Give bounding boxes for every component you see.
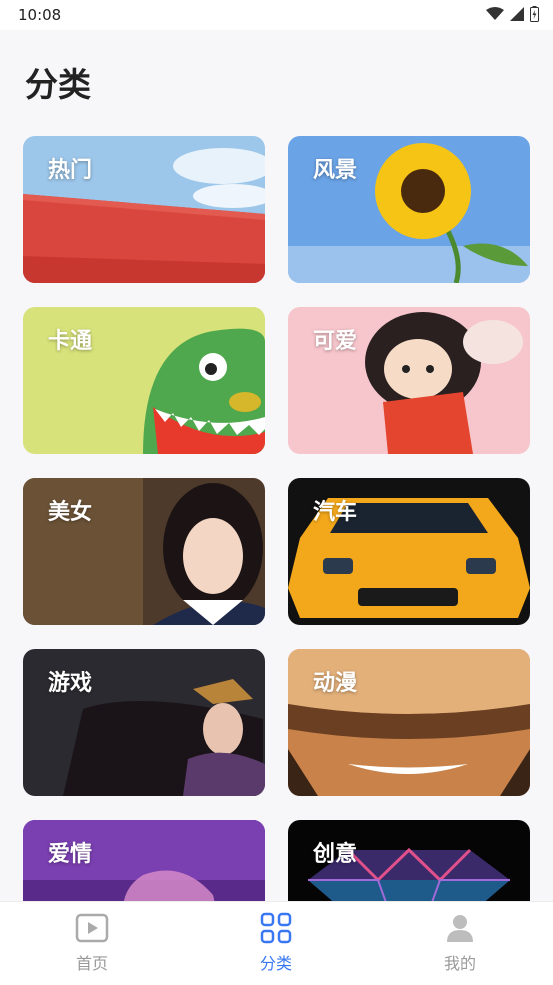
category-grid: 热门 风景 卡通 可爱 美女 汽车 游戏 动漫 爱情 创意 (23, 136, 530, 901)
status-time: 10:08 (18, 6, 62, 24)
status-bar: 10:08 (0, 0, 553, 30)
category-label: 卡通 (48, 329, 93, 354)
category-label: 风景 (313, 158, 358, 183)
bottom-nav: 首页 分类 我的 (0, 901, 553, 985)
signal-icon (510, 7, 524, 21)
category-label: 热门 (48, 158, 93, 183)
grid-icon (260, 912, 292, 944)
category-label: 创意 (313, 842, 358, 867)
nav-profile[interactable]: 我的 (400, 912, 520, 974)
play-icon (75, 913, 109, 943)
nav-home[interactable]: 首页 (32, 912, 152, 974)
category-card-cute[interactable]: 可爱 (288, 307, 530, 454)
category-card-cartoon[interactable]: 卡通 (23, 307, 265, 454)
category-label: 美女 (48, 500, 93, 525)
nav-category-label: 分类 (259, 954, 292, 973)
category-card-landscape[interactable]: 风景 (288, 136, 530, 283)
category-label: 动漫 (313, 671, 358, 696)
category-card-creative[interactable]: 创意 (288, 820, 530, 901)
category-card-game[interactable]: 游戏 (23, 649, 265, 796)
category-card-car[interactable]: 汽车 (288, 478, 530, 625)
battery-icon (530, 6, 539, 22)
nav-profile-label: 我的 (443, 954, 476, 973)
category-card-beauty[interactable]: 美女 (23, 478, 265, 625)
user-icon (447, 915, 473, 942)
category-card-love[interactable]: 爱情 (23, 820, 265, 901)
nav-category[interactable]: 分类 (216, 912, 336, 974)
category-label: 爱情 (48, 842, 93, 867)
category-card-hot[interactable]: 热门 (23, 136, 265, 283)
category-card-anime[interactable]: 动漫 (288, 649, 530, 796)
nav-home-label: 首页 (75, 954, 108, 973)
wifi-icon (486, 7, 504, 20)
category-label: 汽车 (313, 500, 358, 525)
page-title: 分类 (25, 65, 91, 104)
category-label: 游戏 (48, 671, 93, 696)
category-label: 可爱 (313, 329, 358, 354)
